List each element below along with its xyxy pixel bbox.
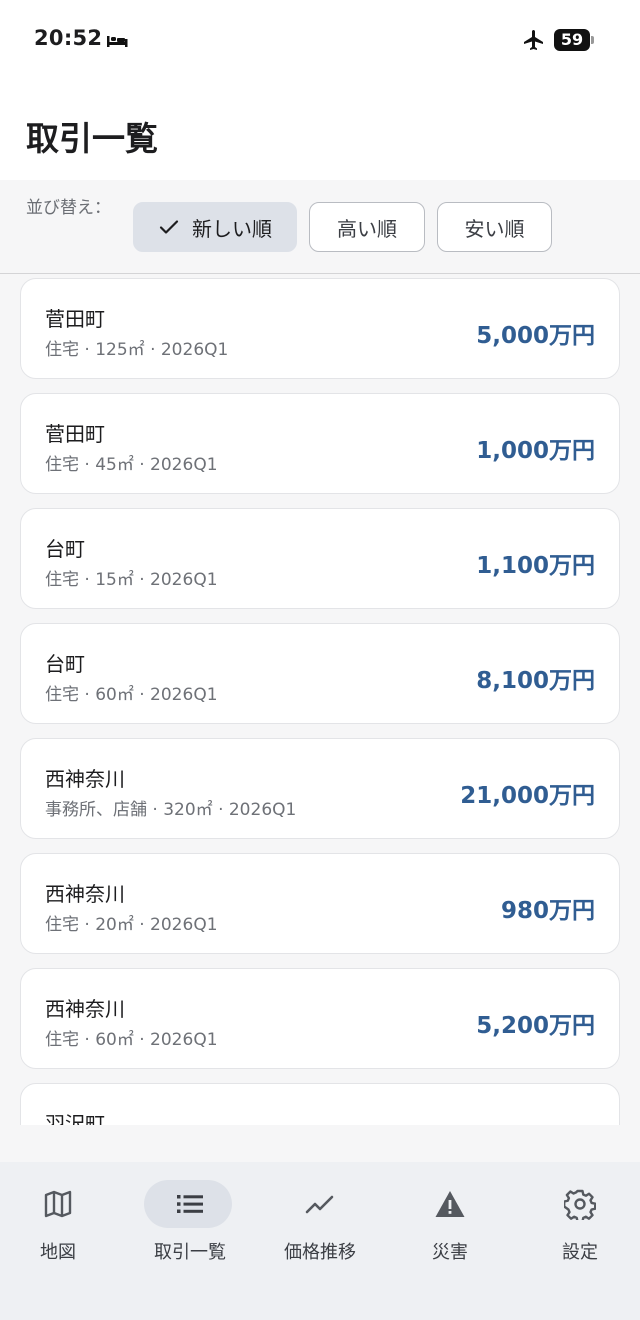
status-bar: 20:52 59 [0, 0, 640, 84]
transaction-price: 5,000万円 [476, 323, 595, 349]
sort-newest-label: 新しい順 [192, 216, 272, 241]
transaction-location: 西神奈川 [45, 882, 125, 906]
sort-highest-chip[interactable]: 高い順 [309, 202, 425, 252]
sort-lowest-chip[interactable]: 安い順 [437, 202, 552, 252]
screen: 20:52 59 取引一覧 並び替え： 新しい順 高い順 安い順 菅田町 住宅 … [0, 0, 640, 1320]
warning-icon [435, 1191, 465, 1217]
nav-disaster-label: 災害 [432, 1242, 468, 1263]
sort-newest-chip[interactable]: 新しい順 [133, 202, 297, 252]
battery-indicator: 59 [554, 29, 594, 51]
transaction-card[interactable]: 菅田町 住宅 · 45㎡ · 2026Q1 1,000万円 [20, 393, 620, 494]
transaction-price: 1,100万円 [476, 553, 595, 579]
trend-icon [305, 1195, 334, 1214]
sort-lowest-label: 安い順 [464, 216, 525, 241]
nav-disaster[interactable]: 災害 [386, 1162, 514, 1272]
transaction-location: 西神奈川 [45, 767, 125, 791]
bottom-navigation: 地図 取引一覧 価格推移 災害 設定 [0, 1162, 640, 1320]
transaction-location: 菅田町 [45, 422, 105, 446]
nav-settings[interactable]: 設定 [516, 1162, 640, 1272]
nav-map-label: 地図 [40, 1242, 76, 1263]
transaction-details: 住宅 · 60㎡ · 2026Q1 [45, 1030, 218, 1050]
nav-transactions-label: 取引一覧 [154, 1242, 226, 1263]
transaction-details: 住宅 · 20㎡ · 2026Q1 [45, 915, 218, 935]
transaction-price: 1,000万円 [476, 438, 595, 464]
map-icon [44, 1190, 72, 1218]
transaction-card[interactable]: 台町 住宅 · 15㎡ · 2026Q1 1,100万円 [20, 508, 620, 609]
transaction-details: 住宅 · 125㎡ · 2026Q1 [45, 340, 229, 360]
transaction-card[interactable]: 羽沢町 [20, 1083, 620, 1125]
transaction-price: 21,000万円 [460, 783, 595, 809]
airplane-icon [524, 30, 543, 50]
nav-map[interactable]: 地図 [0, 1162, 122, 1272]
transaction-card[interactable]: 西神奈川 住宅 · 20㎡ · 2026Q1 980万円 [20, 853, 620, 954]
transaction-card[interactable]: 西神奈川 住宅 · 60㎡ · 2026Q1 5,200万円 [20, 968, 620, 1069]
status-time: 20:52 [34, 26, 103, 50]
sort-highest-label: 高い順 [337, 216, 397, 241]
transaction-location: 西神奈川 [45, 997, 125, 1021]
transaction-details: 住宅 · 15㎡ · 2026Q1 [45, 570, 218, 590]
transaction-location: 台町 [45, 652, 85, 676]
transaction-card[interactable]: 台町 住宅 · 60㎡ · 2026Q1 8,100万円 [20, 623, 620, 724]
nav-settings-label: 設定 [562, 1242, 598, 1263]
app-header: 取引一覧 [0, 84, 640, 180]
gear-icon [564, 1189, 596, 1220]
sort-bar: 並び替え： 新しい順 高い順 安い順 [0, 180, 640, 274]
transaction-price: 980万円 [500, 898, 595, 924]
transaction-location: 羽沢町 [45, 1112, 105, 1125]
transaction-card[interactable]: 西神奈川 事務所、店舗 · 320㎡ · 2026Q1 21,000万円 [20, 738, 620, 839]
check-icon [159, 220, 179, 234]
transaction-details: 住宅 · 45㎡ · 2026Q1 [45, 455, 218, 475]
sort-label: 並び替え： [26, 198, 111, 218]
battery-level: 59 [560, 30, 584, 49]
transaction-price: 8,100万円 [476, 668, 595, 694]
nav-transactions[interactable]: 取引一覧 [126, 1162, 254, 1272]
transaction-card[interactable]: 菅田町 住宅 · 125㎡ · 2026Q1 5,000万円 [20, 278, 620, 379]
transaction-details: 事務所、店舗 · 320㎡ · 2026Q1 [45, 800, 297, 820]
transaction-list[interactable]: 菅田町 住宅 · 125㎡ · 2026Q1 5,000万円 菅田町 住宅 · … [0, 275, 640, 1125]
page-title: 取引一覧 [26, 119, 158, 158]
list-icon [177, 1195, 203, 1213]
nav-price-trend[interactable]: 価格推移 [256, 1162, 384, 1272]
nav-price-trend-label: 価格推移 [284, 1242, 356, 1263]
transaction-location: 菅田町 [45, 307, 105, 331]
transaction-details: 住宅 · 60㎡ · 2026Q1 [45, 685, 218, 705]
transaction-price: 5,200万円 [476, 1013, 595, 1039]
transaction-location: 台町 [45, 537, 85, 561]
sleep-icon [107, 36, 128, 47]
